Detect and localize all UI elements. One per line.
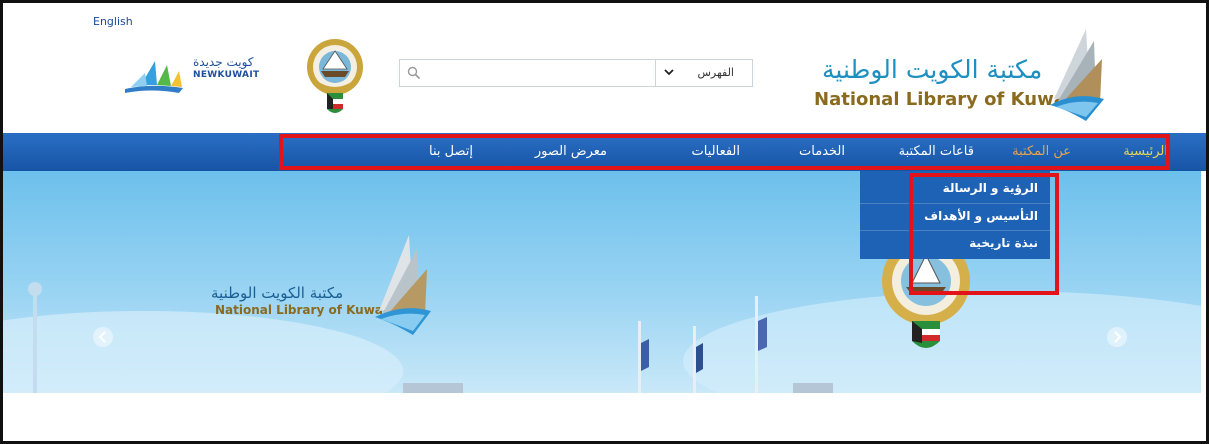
new-kuwait-arabic-text: كويت جديدة (193, 55, 254, 69)
hero-library-name-english: National Library of Kuwait (215, 303, 393, 317)
hero-library-name-arabic: مكتبة الكويت الوطنية (211, 284, 344, 302)
hero-library-logo: مكتبة الكويت الوطنية National Library of… (203, 231, 431, 341)
library-book-icon (1050, 29, 1104, 121)
slider-previous-button[interactable] (93, 327, 113, 347)
slider-next-button[interactable] (1107, 327, 1127, 347)
catalog-select[interactable]: الفهرس (655, 60, 752, 86)
search-input[interactable] (426, 62, 650, 86)
library-name-english: National Library of Kuwait (814, 89, 1081, 110)
catalog-select-label: الفهرس (697, 66, 734, 79)
library-name-arabic: مكتبة الكويت الوطنية (822, 55, 1043, 84)
chevron-left-icon (98, 331, 106, 343)
new-kuwait-sail-icon (125, 61, 183, 93)
search-icon[interactable] (406, 65, 422, 81)
new-kuwait-logo[interactable]: كويت جديدة NEWKUWAIT (121, 55, 261, 97)
search-bar: الفهرس (399, 59, 753, 87)
page-frame: English كويت جديدة NEWKUWAIT الفهرس مكتب… (0, 0, 1209, 444)
hero-library-book-icon (375, 235, 431, 335)
new-kuwait-latin-text: NEWKUWAIT (193, 70, 260, 80)
english-language-link[interactable]: English (93, 15, 133, 28)
kuwait-emblem-icon (303, 37, 367, 121)
dropdown-annotation-highlight (909, 173, 1059, 295)
chevron-right-icon (1114, 331, 1122, 343)
national-library-logo[interactable]: مكتبة الكويت الوطنية National Library of… (808, 25, 1108, 127)
nav-annotation-highlight (279, 134, 1170, 170)
chevron-down-icon (664, 69, 674, 76)
